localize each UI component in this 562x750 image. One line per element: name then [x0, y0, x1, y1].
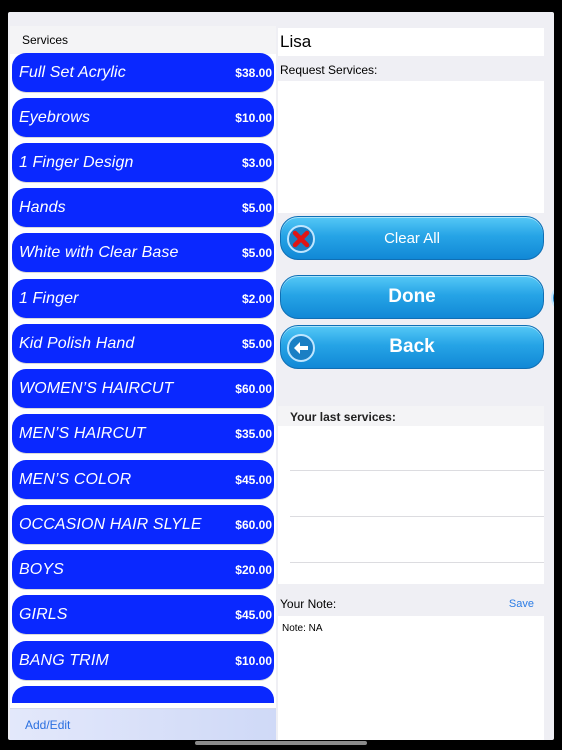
service-item-mens-color[interactable]: MEN’S COLOR $45.00	[12, 460, 274, 499]
app-window: Services Full Set Acrylic $38.00 Eyebrow…	[8, 12, 554, 740]
last-services-list	[278, 426, 544, 584]
note-label: Your Note:	[280, 597, 337, 611]
service-price: $2.00	[241, 291, 272, 306]
service-name: 1 Finger	[19, 289, 79, 307]
service-item-mens-haircut[interactable]: MEN’S HAIRCUT $35.00	[12, 414, 274, 453]
service-price: $45.00	[235, 472, 272, 487]
arrow-right-icon	[551, 284, 554, 312]
service-price: $5.00	[241, 200, 272, 215]
back-button[interactable]: Back	[280, 325, 544, 369]
service-name: OCCASION HAIR SLYLE	[19, 515, 202, 533]
service-name: Hands	[19, 198, 66, 216]
service-item-eyebrows[interactable]: Eyebrows $10.00	[12, 98, 274, 137]
service-name: BANG TRIM	[19, 651, 109, 669]
note-header: Your Note: Save	[278, 592, 544, 616]
service-price: $10.00	[235, 653, 272, 668]
note-field[interactable]: Note: NA	[278, 616, 544, 740]
list-item	[290, 517, 544, 563]
service-name: MEN’S COLOR	[19, 470, 132, 488]
services-header: Services	[10, 26, 276, 54]
service-name: White with Clear Base	[19, 243, 179, 261]
service-price: $60.00	[235, 381, 272, 396]
service-price: $20.00	[235, 562, 272, 577]
client-name: Lisa	[278, 28, 544, 56]
red-x-icon	[287, 225, 315, 253]
services-footer: Add/Edit	[10, 708, 276, 740]
service-name: WOMEN’S HAIRCUT	[19, 379, 174, 397]
service-price: $45.00	[235, 607, 272, 622]
add-edit-link[interactable]: Add/Edit	[25, 718, 70, 732]
service-item-1-finger[interactable]: 1 Finger $2.00	[12, 279, 274, 318]
service-price: $3.00	[241, 155, 272, 170]
service-price: $5.00	[241, 245, 272, 260]
services-list[interactable]: Full Set Acrylic $38.00 Eyebrows $10.00 …	[10, 53, 276, 703]
service-item-hands[interactable]: Hands $5.00	[12, 188, 274, 227]
service-name: GIRLS	[19, 605, 68, 623]
service-name: 1 Finger Design	[19, 153, 134, 171]
service-item-womens-haircut[interactable]: WOMEN’S HAIRCUT $60.00	[12, 369, 274, 408]
home-indicator	[195, 741, 367, 745]
service-price: $10.00	[235, 110, 272, 125]
service-name: MEN’S HAIRCUT	[19, 424, 146, 442]
service-price: $5.00	[241, 336, 272, 351]
note-text: Note: NA	[282, 623, 323, 634]
list-item	[290, 426, 544, 471]
service-item-occasion-hair-style[interactable]: OCCASION HAIR SLYLE $60.00	[12, 505, 274, 544]
save-note-button[interactable]: Save	[509, 598, 534, 610]
service-item-partial[interactable]	[12, 686, 274, 703]
arrow-left-icon	[287, 334, 315, 362]
done-button[interactable]: Done	[280, 275, 554, 319]
service-item-full-set-acrylic[interactable]: Full Set Acrylic $38.00	[12, 53, 274, 92]
service-name: Full Set Acrylic	[19, 63, 126, 81]
last-services-label: Your last services:	[278, 406, 544, 426]
service-item-white-with-clear-base[interactable]: White with Clear Base $5.00	[12, 233, 274, 272]
service-item-boys[interactable]: BOYS $20.00	[12, 550, 274, 589]
request-services-label: Request Services:	[280, 63, 378, 77]
clear-all-label: Clear All	[384, 229, 440, 247]
service-price: $38.00	[235, 65, 272, 80]
done-label: Done	[388, 286, 436, 307]
device-screen: Services Full Set Acrylic $38.00 Eyebrow…	[0, 0, 562, 750]
request-services-box[interactable]	[278, 81, 544, 213]
service-price: $60.00	[235, 517, 272, 532]
service-name: BOYS	[19, 560, 64, 578]
back-label: Back	[389, 336, 435, 357]
service-item-bang-trim[interactable]: BANG TRIM $10.00	[12, 641, 274, 680]
service-item-kid-polish-hand[interactable]: Kid Polish Hand $5.00	[12, 324, 274, 363]
service-item-1-finger-design[interactable]: 1 Finger Design $3.00	[12, 143, 274, 182]
service-price: $35.00	[235, 426, 272, 441]
clear-all-button[interactable]: Clear All	[280, 216, 544, 260]
list-item	[290, 471, 544, 517]
services-panel: Services Full Set Acrylic $38.00 Eyebrow…	[10, 26, 276, 740]
service-name: Eyebrows	[19, 108, 91, 126]
service-name: Kid Polish Hand	[19, 334, 135, 352]
service-item-girls[interactable]: GIRLS $45.00	[12, 595, 274, 634]
